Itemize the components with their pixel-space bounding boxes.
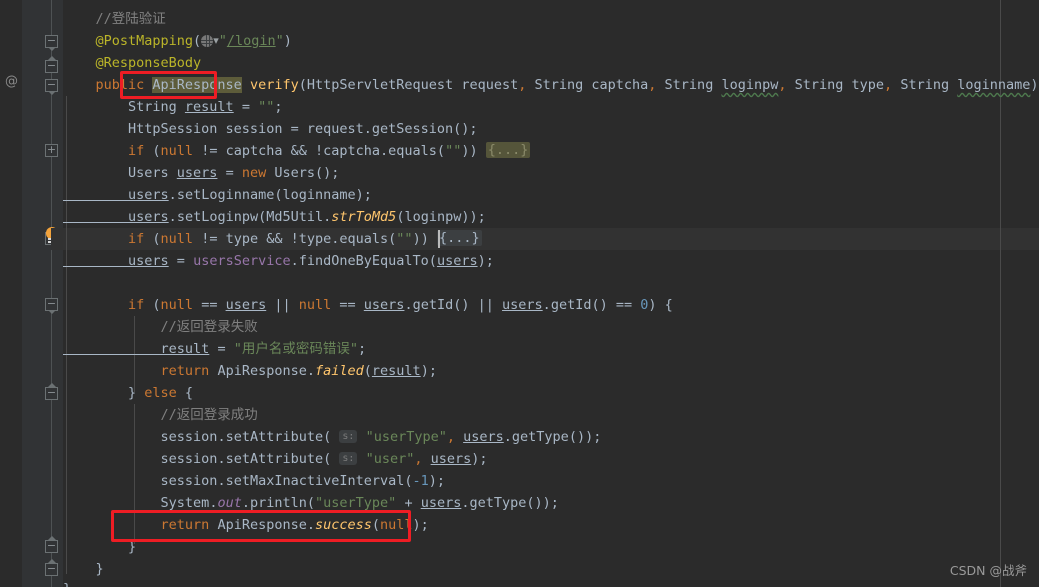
code-line-5[interactable]: String result = ""; [63, 96, 282, 118]
highlighted-symbol-apiresponse[interactable]: ApiResponse [152, 77, 242, 93]
folded-code-block-1[interactable]: {...} [485, 142, 531, 158]
code-editor[interactable]: @ − − − + + − − − − //登陆验证 @PostMapping(… [0, 0, 1039, 587]
editor-gutter[interactable]: @ − − − + + − − − − [0, 0, 63, 587]
code-line-12[interactable]: users = usersService.findOneByEqualTo(us… [63, 250, 494, 272]
code-content[interactable]: //登陆验证 @PostMapping(▾"/login") @Response… [51, 0, 1039, 587]
code-line-26[interactable]: } [63, 558, 104, 580]
code-line-1[interactable]: //登陆验证 [63, 8, 166, 30]
fold-marker-collapse-6[interactable]: − [45, 536, 58, 553]
code-line-13[interactable] [63, 272, 71, 294]
code-line-15[interactable]: //返回登录失败 [63, 316, 258, 338]
parameter-hint-1: s: [339, 430, 358, 443]
fold-marker-expand-1[interactable]: + [45, 144, 58, 157]
code-line-6[interactable]: HttpSession session = request.getSession… [63, 118, 478, 140]
web-globe-icon[interactable] [201, 35, 214, 47]
fold-marker-collapse-7[interactable]: − [45, 559, 58, 576]
code-line-27[interactable]: } [63, 578, 71, 587]
text-caret [438, 230, 440, 248]
fold-marker-collapse-3[interactable]: − [45, 79, 58, 95]
fold-marker-collapse-2[interactable]: − [45, 56, 58, 73]
parameter-hint-2: s: [339, 452, 358, 465]
code-line-10[interactable]: users.setLoginpw(Md5Util.strToMd5(loginp… [63, 206, 486, 228]
folded-code-block-2[interactable]: {...} [436, 230, 482, 246]
code-line-3[interactable]: @ResponseBody [63, 52, 202, 74]
code-line-19[interactable]: //返回登录成功 [63, 404, 258, 426]
code-line-2[interactable]: @PostMapping(▾"/login") [63, 30, 292, 52]
watermark: CSDN @战斧 [949, 563, 1027, 578]
code-line-14[interactable]: if (null == users || null == users.getId… [63, 294, 673, 316]
code-line-11[interactable]: if (null != type && !type.equals("")) {.… [63, 228, 482, 250]
code-line-16[interactable]: result = "用户名或密码错误"; [63, 338, 367, 360]
code-line-22[interactable]: session.setMaxInactiveInterval(-1); [63, 470, 446, 492]
code-line-9[interactable]: users.setLoginname(loginname); [63, 184, 372, 206]
code-line-8[interactable]: Users users = new Users(); [63, 162, 339, 184]
code-line-20[interactable]: session.setAttribute( s: "userType", use… [63, 426, 602, 448]
code-line-23[interactable]: System.out.println("userType" + users.ge… [63, 492, 559, 514]
fold-marker-collapse-1[interactable]: − [45, 35, 58, 51]
code-line-4[interactable]: public ApiResponse verify(HttpServletReq… [63, 74, 1039, 96]
code-line-21[interactable]: session.setAttribute( s: "user", users); [63, 448, 488, 470]
code-line-17[interactable]: return ApiResponse.failed(result); [63, 360, 437, 382]
code-line-7[interactable]: if (null != captcha && !captcha.equals("… [63, 140, 531, 162]
code-line-25[interactable]: } [63, 536, 136, 558]
fold-marker-collapse-5[interactable]: − [45, 383, 58, 400]
code-line-24[interactable]: return ApiResponse.success(null); [63, 514, 429, 536]
code-line-18[interactable]: } else { [63, 382, 193, 404]
fold-marker-collapse-4[interactable]: − [45, 298, 58, 314]
annotation-at-marker: @ [5, 74, 18, 89]
